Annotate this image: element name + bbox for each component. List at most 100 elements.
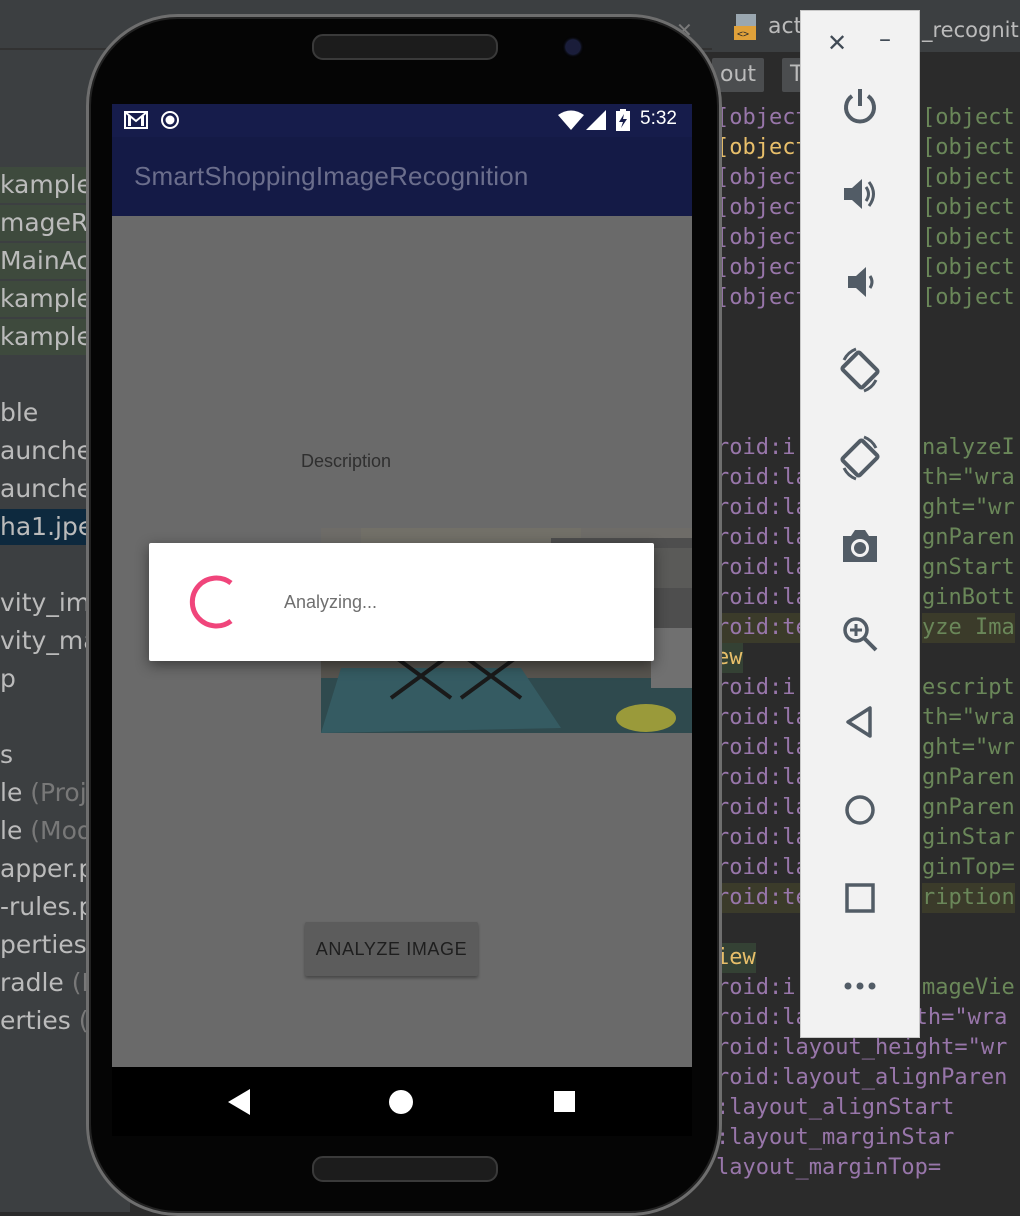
project-tree-item[interactable]: kample. xyxy=(0,167,100,203)
project-tree-item[interactable] xyxy=(0,699,86,735)
status-bar: 5:32 xyxy=(112,104,692,137)
battery-charging-icon xyxy=(616,109,630,131)
project-tree-item[interactable]: radle (I xyxy=(0,965,89,1001)
code-line: roid:la xyxy=(716,525,809,550)
project-tree-item-label: aunche xyxy=(0,474,92,503)
code-line: gnParen xyxy=(922,765,1015,790)
project-tree-item[interactable]: kample. xyxy=(0,319,100,355)
code-line: mageVie xyxy=(922,975,1015,1000)
code-line: gnParen xyxy=(922,525,1015,550)
project-tree-item-label: kample. xyxy=(0,322,100,351)
project-tree-item[interactable]: perties xyxy=(0,927,87,963)
emulator-home-button[interactable] xyxy=(831,781,889,839)
code-line: ght="wr xyxy=(922,735,1015,760)
project-tree-item-label: ble xyxy=(0,398,39,427)
code-line: roid:la xyxy=(716,825,809,850)
editor-tab-label[interactable]: act xyxy=(768,14,802,39)
project-tree-item-label: aunche xyxy=(0,436,92,465)
close-icon[interactable]: ✕ xyxy=(827,29,847,57)
front-camera xyxy=(566,40,580,54)
project-tree-item[interactable]: aunche xyxy=(0,433,92,469)
minimize-icon[interactable]: – xyxy=(879,25,891,53)
project-tree-item-label: kample. xyxy=(0,170,100,199)
project-tree-item-label: radle xyxy=(0,968,64,997)
project-tree-item[interactable]: le (Proj xyxy=(0,775,87,811)
code-line: escript xyxy=(922,675,1015,700)
code-line: [object Object] xyxy=(922,105,1020,130)
code-line: ginBott xyxy=(922,585,1015,610)
emulator-back-button[interactable] xyxy=(831,693,889,751)
code-line: th="wra xyxy=(922,465,1015,490)
project-tree-item[interactable] xyxy=(0,547,86,583)
status-time: 5:32 xyxy=(640,108,677,129)
code-line: [object Object] xyxy=(922,195,1020,220)
wifi-icon xyxy=(558,110,584,130)
code-line: gnParen xyxy=(922,795,1015,820)
project-tree-item[interactable]: ha1.jpe xyxy=(0,509,93,545)
project-tree-item-label: -rules.p xyxy=(0,892,95,921)
analyze-image-button[interactable]: ANALYZE IMAGE xyxy=(305,922,478,976)
nav-recents-icon[interactable] xyxy=(554,1091,575,1112)
code-line: ginStar xyxy=(922,825,1015,850)
nav-home-icon[interactable] xyxy=(389,1090,413,1114)
project-tree-item[interactable]: erties ( xyxy=(0,1003,89,1039)
code-line: roid:la xyxy=(716,855,809,880)
project-tree-item[interactable] xyxy=(0,357,86,393)
more-icon xyxy=(844,982,876,990)
project-tree-item-label: s xyxy=(0,740,14,769)
volume-up-button[interactable] xyxy=(831,165,889,223)
code-line: ght="wr xyxy=(922,495,1015,520)
project-tree-item[interactable]: kample. xyxy=(0,281,100,317)
code-line: roid:la xyxy=(716,465,809,490)
project-tree-item[interactable]: le (Mod xyxy=(0,813,93,849)
project-tree-item[interactable]: vity_ma xyxy=(0,623,99,659)
project-tree-item-label: p xyxy=(0,664,16,693)
code-line: roid:la xyxy=(716,705,809,730)
volume-down-button[interactable] xyxy=(831,253,889,311)
zoom-button[interactable] xyxy=(831,605,889,663)
project-tree-item-suffix: (Proj xyxy=(22,778,87,807)
code-line: roid:la xyxy=(716,495,809,520)
emulator-overview-button[interactable] xyxy=(831,869,889,927)
editor-tab-label-2[interactable]: _recogniti xyxy=(922,18,1020,42)
nav-back-icon[interactable] xyxy=(228,1089,252,1115)
project-tree-item[interactable]: mageRe xyxy=(0,205,103,241)
xml-file-icon: <> xyxy=(734,14,756,40)
project-tree-item-suffix: (Mod xyxy=(22,816,93,845)
project-tree-item[interactable]: ble xyxy=(0,395,86,431)
code-line: th="wra xyxy=(922,705,1015,730)
code-line: gnStart xyxy=(922,555,1015,580)
code-line: roid:te xyxy=(716,883,809,913)
screenshot-button[interactable] xyxy=(831,517,889,575)
code-line: layout_marginTop= xyxy=(716,1155,942,1180)
signal-icon xyxy=(586,110,606,130)
project-tree-item[interactable]: aunche xyxy=(0,471,92,507)
rotate-left-button[interactable] xyxy=(831,341,889,399)
code-line: [object Object] xyxy=(922,225,1020,250)
rotate-right-button[interactable] xyxy=(831,429,889,487)
code-line: [object Object] xyxy=(922,135,1020,160)
overview-icon xyxy=(845,883,875,913)
dialog-message: Analyzing... xyxy=(284,592,378,612)
code-line: roid:la xyxy=(716,765,809,790)
code-line: roid:la xyxy=(716,585,809,610)
emulator-toolbar: ✕ – xyxy=(800,10,920,1038)
rotate-right-icon xyxy=(840,435,880,481)
project-tree-item[interactable]: p xyxy=(0,661,86,697)
project-tree-item[interactable]: -rules.p xyxy=(0,889,94,925)
project-tree-item[interactable]: s xyxy=(0,737,86,773)
code-line: roid:i( xyxy=(716,675,809,700)
code-line: :layout_marginStar xyxy=(716,1125,955,1150)
project-tree-item[interactable]: vity_im xyxy=(0,585,90,621)
code-line: roid:la xyxy=(716,555,809,580)
description-label: Description xyxy=(301,451,392,471)
more-options-button[interactable] xyxy=(831,957,889,1015)
code-line: roid:i( xyxy=(716,435,809,460)
power-button[interactable] xyxy=(831,77,889,135)
project-tree-item-label: kample. xyxy=(0,284,100,313)
code-line: :layout_alignStart xyxy=(716,1095,955,1120)
code-line: [object Object] xyxy=(922,165,1020,190)
project-tree-item[interactable]: MainAct xyxy=(0,243,100,279)
project-tree-item[interactable]: apper.p xyxy=(0,851,94,887)
code-line: roid:layout_alignParen xyxy=(716,1065,1008,1090)
